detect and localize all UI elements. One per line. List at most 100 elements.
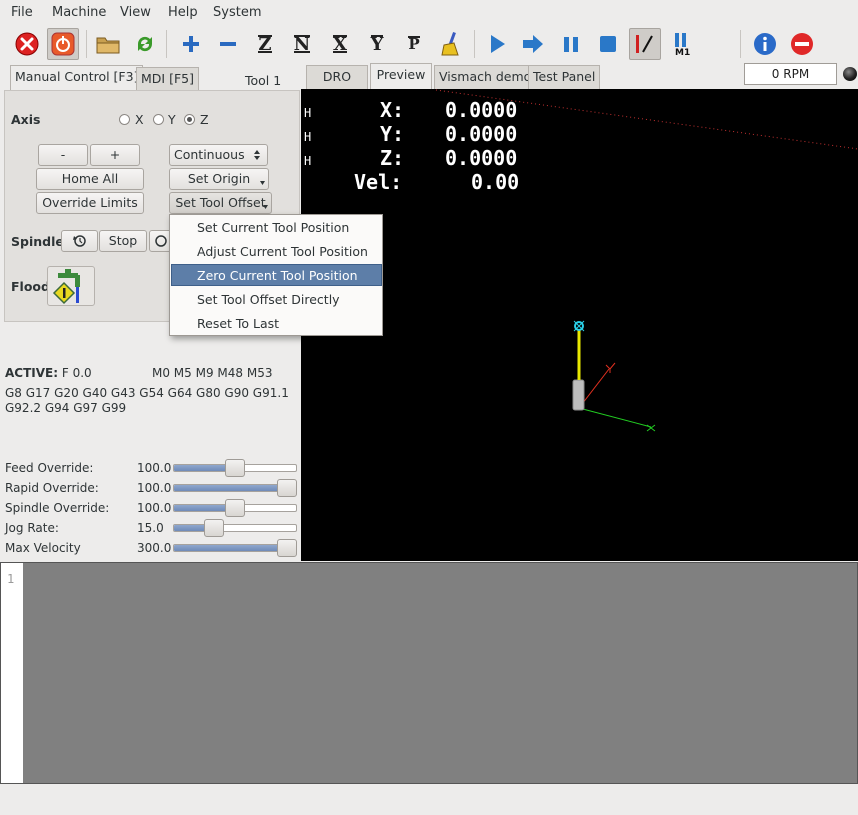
menu-system[interactable]: System: [213, 5, 261, 20]
open-file-button[interactable]: [92, 28, 124, 60]
menu-arrow-icon: [260, 181, 265, 185]
stop-square-icon: [600, 36, 616, 52]
active-feed: F 0.0: [61, 366, 92, 380]
set-origin-button[interactable]: Set Origin: [169, 168, 269, 190]
tab-test-panel[interactable]: Test Panel: [528, 65, 601, 89]
slider-value: 100.0: [137, 501, 172, 515]
gcode-editor[interactable]: 1: [0, 562, 858, 784]
set-tool-offset-label: Set Tool Offset: [175, 195, 266, 210]
axis-z-label: Z: [200, 112, 209, 127]
spindle-stop-button[interactable]: Stop: [99, 230, 147, 252]
menu-item-reset-to-last[interactable]: Reset To Last: [172, 313, 380, 334]
spindle-rpm-display: 0 RPM: [744, 63, 837, 85]
slider-track[interactable]: [173, 539, 297, 557]
menu-item-set-tool-offset-directly[interactable]: Set Tool Offset Directly: [172, 289, 380, 310]
optional-stop-button[interactable]: M1: [666, 28, 698, 60]
slider-handle[interactable]: [204, 519, 224, 537]
info-button[interactable]: [749, 28, 781, 60]
tool-shank: [572, 379, 585, 411]
slider-value: 300.0: [137, 541, 172, 555]
broom-icon: [441, 32, 459, 56]
pause-button[interactable]: [555, 28, 587, 60]
jog-increment-value: Continuous: [174, 147, 245, 162]
pause-icon: [564, 37, 578, 52]
toolbar-separator: [166, 30, 167, 58]
power-button[interactable]: [47, 28, 79, 60]
power-icon: [51, 32, 75, 56]
tab-dro[interactable]: DRO: [306, 65, 368, 89]
toolbar-separator: [474, 30, 475, 58]
slider-track[interactable]: [173, 519, 297, 537]
estop-button[interactable]: [11, 28, 43, 60]
tab-vismach-demo[interactable]: Vismach demo: [434, 65, 537, 89]
view-z-button[interactable]: Z: [249, 28, 281, 60]
menu-item-adjust-current-tool-position[interactable]: Adjust Current Tool Position: [172, 241, 380, 262]
view-z2-button[interactable]: N: [286, 28, 318, 60]
view-y-button[interactable]: Y: [361, 28, 393, 60]
axis-y-radio[interactable]: [153, 114, 164, 125]
menu-machine[interactable]: Machine: [52, 5, 106, 20]
slider-handle[interactable]: [277, 479, 297, 497]
flood-toggle-button[interactable]: [47, 266, 95, 306]
set-tool-offset-button[interactable]: Set Tool Offset: [169, 192, 272, 214]
slider-track[interactable]: [173, 479, 297, 497]
menu-help[interactable]: Help: [168, 5, 198, 20]
slider-track[interactable]: [173, 459, 297, 477]
preview-canvas[interactable]: H H H X: 0.0000 Y: 0.0000 Z: 0.0000 Vel:…: [301, 89, 858, 561]
slider-label: Jog Rate:: [5, 521, 59, 535]
menu-item-set-current-tool-position[interactable]: Set Current Tool Position: [172, 217, 380, 238]
view-x-icon: X: [333, 33, 347, 55]
view-perspective-button[interactable]: P: [398, 28, 430, 60]
axis-z-radio[interactable]: [184, 114, 195, 125]
jog-increment-select[interactable]: Continuous: [169, 144, 268, 166]
toolbar-separator: [86, 30, 87, 58]
menu-file[interactable]: File: [11, 5, 33, 20]
active-gcodes-line2: G92.2 G94 G97 G99: [5, 401, 127, 415]
tab-preview[interactable]: Preview: [370, 63, 432, 89]
axis-x-label: X: [135, 112, 144, 127]
view-x-button[interactable]: X: [324, 28, 356, 60]
stop-program-button[interactable]: [592, 28, 624, 60]
slider-label: Feed Override:: [5, 461, 94, 475]
spindle-ccw-icon: [72, 235, 86, 247]
rapid-move-line: [435, 89, 858, 150]
slider-fill: [174, 465, 230, 471]
clear-plot-button[interactable]: [435, 28, 467, 60]
status-bar: [0, 785, 858, 815]
reload-button[interactable]: [129, 28, 161, 60]
abort-button[interactable]: [786, 28, 818, 60]
slider-fill: [174, 545, 282, 551]
jog-plus-button[interactable]: +: [90, 144, 140, 166]
zoom-in-button[interactable]: [175, 28, 207, 60]
step-button[interactable]: [517, 28, 549, 60]
x-axis-marker: [646, 424, 656, 432]
run-button[interactable]: [481, 28, 513, 60]
home-all-button[interactable]: Home All: [36, 168, 144, 190]
slider-track[interactable]: [173, 499, 297, 517]
play-icon: [491, 35, 505, 53]
spindle-reverse-button[interactable]: [61, 230, 98, 252]
tab-mdi[interactable]: MDI [F5]: [136, 67, 199, 91]
tool-offset-menu: Set Current Tool Position Adjust Current…: [169, 214, 383, 336]
slider-value: 15.0: [137, 521, 164, 535]
info-icon: [754, 33, 776, 55]
menu-view[interactable]: View: [120, 5, 151, 20]
slider-handle[interactable]: [277, 539, 297, 557]
axis-label: Axis: [11, 112, 41, 127]
menu-item-zero-current-tool-position[interactable]: Zero Current Tool Position: [171, 264, 382, 286]
slider-handle[interactable]: [225, 499, 245, 517]
block-delete-button[interactable]: [629, 28, 661, 60]
slider-fill: [174, 505, 230, 511]
folder-icon: [96, 37, 120, 54]
slider-handle[interactable]: [225, 459, 245, 477]
x-axis-line: [578, 407, 652, 428]
view-perspective-icon: P: [408, 35, 420, 53]
axis-x-radio[interactable]: [119, 114, 130, 125]
slider-label: Rapid Override:: [5, 481, 99, 495]
menu-arrow-icon: [263, 205, 268, 209]
zoom-out-button[interactable]: [212, 28, 244, 60]
override-limits-button[interactable]: Override Limits: [36, 192, 144, 214]
line-number-gutter: 1: [1, 563, 23, 783]
jog-minus-button[interactable]: -: [38, 144, 88, 166]
tab-manual-control[interactable]: Manual Control [F3]: [10, 65, 144, 91]
